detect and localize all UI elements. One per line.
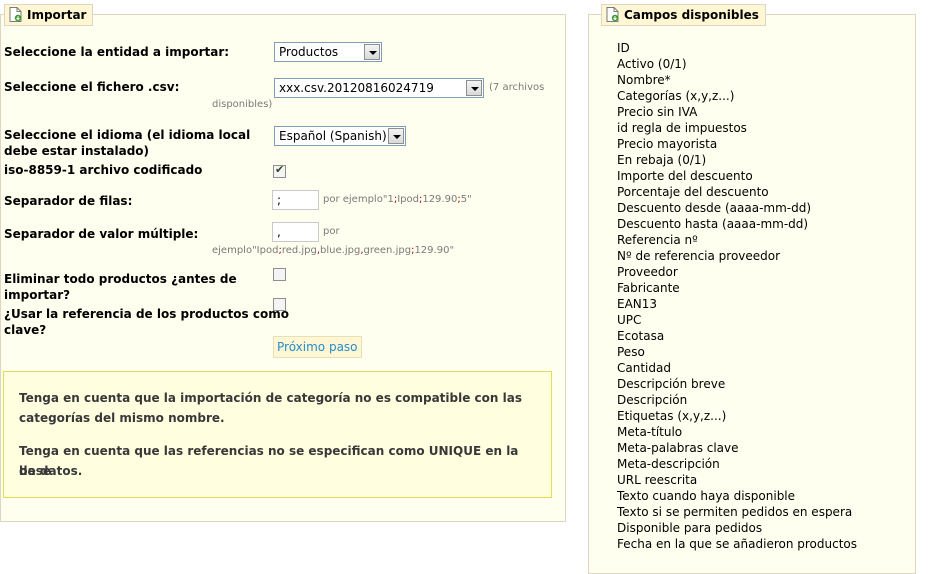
available-fields-legend-label: Campos disponibles	[624, 8, 759, 22]
import-document-icon	[606, 7, 619, 22]
field-item: Nº de referencia proveedor	[617, 249, 781, 263]
field-item: Texto cuando haya disponible	[617, 489, 796, 503]
hint-text: "	[449, 245, 455, 256]
field-item: Disponible para pedidos	[617, 521, 763, 535]
import-legend: Importar	[4, 4, 94, 26]
chevron-down-icon	[388, 128, 404, 144]
field-item: Descripción breve	[617, 377, 726, 391]
hint-text: green.jpg	[363, 245, 412, 256]
hint-text: por ejemplo"	[323, 194, 388, 205]
field-item: Peso	[617, 345, 645, 359]
field-item: Porcentaje del descuento	[617, 185, 769, 199]
field-item: Descuento desde (aaaa-mm-dd)	[617, 201, 812, 215]
iso-encoding-checkbox[interactable]	[273, 163, 286, 178]
available-fields-legend: Campos disponibles	[601, 4, 766, 26]
hint-text: ejemplo"	[212, 245, 257, 256]
field-item: Meta-título	[617, 425, 683, 439]
entity-select-value: Productos	[279, 45, 339, 59]
hint-text: Ipod	[397, 194, 419, 205]
field-item: Importe del descuento	[617, 169, 753, 183]
row-separator-hint: por ejemplo"1;Ipod;129.90;5"	[323, 194, 472, 206]
hint-text: red.jpg	[281, 245, 317, 256]
notice-category-line2: categorías del mismo nombre.	[19, 411, 225, 425]
language-label-line1: Seleccione el idioma (el idioma local	[4, 128, 251, 142]
field-item: Categorías (x,y,z...)	[617, 89, 735, 103]
field-item: Texto si se permiten pedidos en espera	[617, 505, 853, 519]
chevron-down-icon	[466, 80, 482, 96]
field-item: id regla de impuestos	[617, 121, 747, 135]
file-count-hint: (7 archivos	[489, 82, 545, 93]
row-separator-input[interactable]	[272, 190, 319, 210]
field-item: Cantidad	[617, 361, 671, 375]
entity-select[interactable]: Productos	[274, 42, 382, 62]
field-item: Ecotasa	[617, 329, 665, 343]
multi-value-separator-hint-continued: ejemplo"Ipod;red.jpg,blue.jpg,green.jpg;…	[212, 245, 454, 257]
field-item: ID	[617, 41, 630, 55]
field-item: UPC	[617, 313, 642, 327]
multi-value-separator-label: Separador de valor múltiple:	[4, 227, 199, 241]
field-item: Descripción	[617, 393, 688, 407]
language-select-value: Español (Spanish)	[279, 129, 387, 143]
field-item: Meta-palabras clave	[617, 441, 739, 455]
file-count-hint-continued: disponibles)	[212, 99, 273, 110]
field-item: Fabricante	[617, 281, 680, 295]
notice-category-line1: Tenga en cuenta que la importación de ca…	[19, 391, 522, 405]
entity-label: Seleccione la entidad a importar:	[4, 45, 230, 59]
field-item: Referencia nº	[617, 233, 698, 247]
hint-text: blue.jpg	[320, 245, 361, 256]
field-item: Activo (0/1)	[617, 57, 687, 71]
hint-text: 129.90	[414, 245, 450, 256]
delete-products-label-line2: importar?	[4, 288, 71, 302]
language-label-line2: debe estar instalado)	[4, 144, 150, 158]
file-select-value: xxx.csv.20120816024719	[279, 81, 434, 95]
field-item: Proveedor	[617, 265, 678, 279]
row-separator-label: Separador de filas:	[4, 194, 133, 208]
import-document-icon	[9, 7, 22, 22]
field-item: Descuento hasta (aaaa-mm-dd)	[617, 217, 809, 231]
import-legend-label: Importar	[27, 8, 87, 22]
field-item: URL reescrita	[617, 473, 698, 487]
language-select[interactable]: Español (Spanish)	[274, 126, 406, 146]
hint-text: 129.90	[422, 194, 458, 205]
file-label: Seleccione el fichero .csv:	[4, 80, 180, 94]
notice-reference-line2: de datos.	[19, 464, 83, 478]
reference-key-label-line2: clave?	[4, 323, 47, 337]
field-item: Fecha en la que se añadieron productos	[617, 537, 857, 551]
field-item: En rebaja (0/1)	[617, 153, 707, 167]
multi-value-separator-input[interactable]	[272, 222, 319, 242]
field-item: EAN13	[617, 297, 658, 311]
multi-value-separator-hint: por	[323, 226, 340, 237]
delete-products-checkbox[interactable]	[273, 268, 286, 281]
field-item: Meta-descripción	[617, 457, 720, 471]
next-step-button[interactable]: Próximo paso	[273, 336, 362, 358]
field-item: Precio sin IVA	[617, 105, 698, 119]
hint-text: Ipod	[256, 245, 279, 256]
hint-text: "	[467, 194, 472, 205]
available-fields-list: ID Activo (0/1) Nombre* Categorías (x,y,z..…	[617, 40, 857, 552]
field-item: Nombre*	[617, 73, 671, 87]
field-item: Etiquetas (x,y,z...)	[617, 409, 727, 423]
import-notice-box: Tenga en cuenta que la importación de ca…	[3, 371, 552, 498]
field-item: Precio mayorista	[617, 137, 718, 151]
delete-products-label-line1: Eliminar todo productos ¿antes de	[4, 272, 237, 286]
iso-encoding-label: iso-8859-1 archivo codificado	[4, 163, 203, 177]
chevron-down-icon	[364, 44, 380, 60]
file-select[interactable]: xxx.csv.20120816024719	[274, 78, 484, 98]
reference-key-checkbox[interactable]	[273, 298, 286, 311]
reference-key-label-line1: ¿Usar la referencia de los productos com…	[4, 307, 289, 321]
